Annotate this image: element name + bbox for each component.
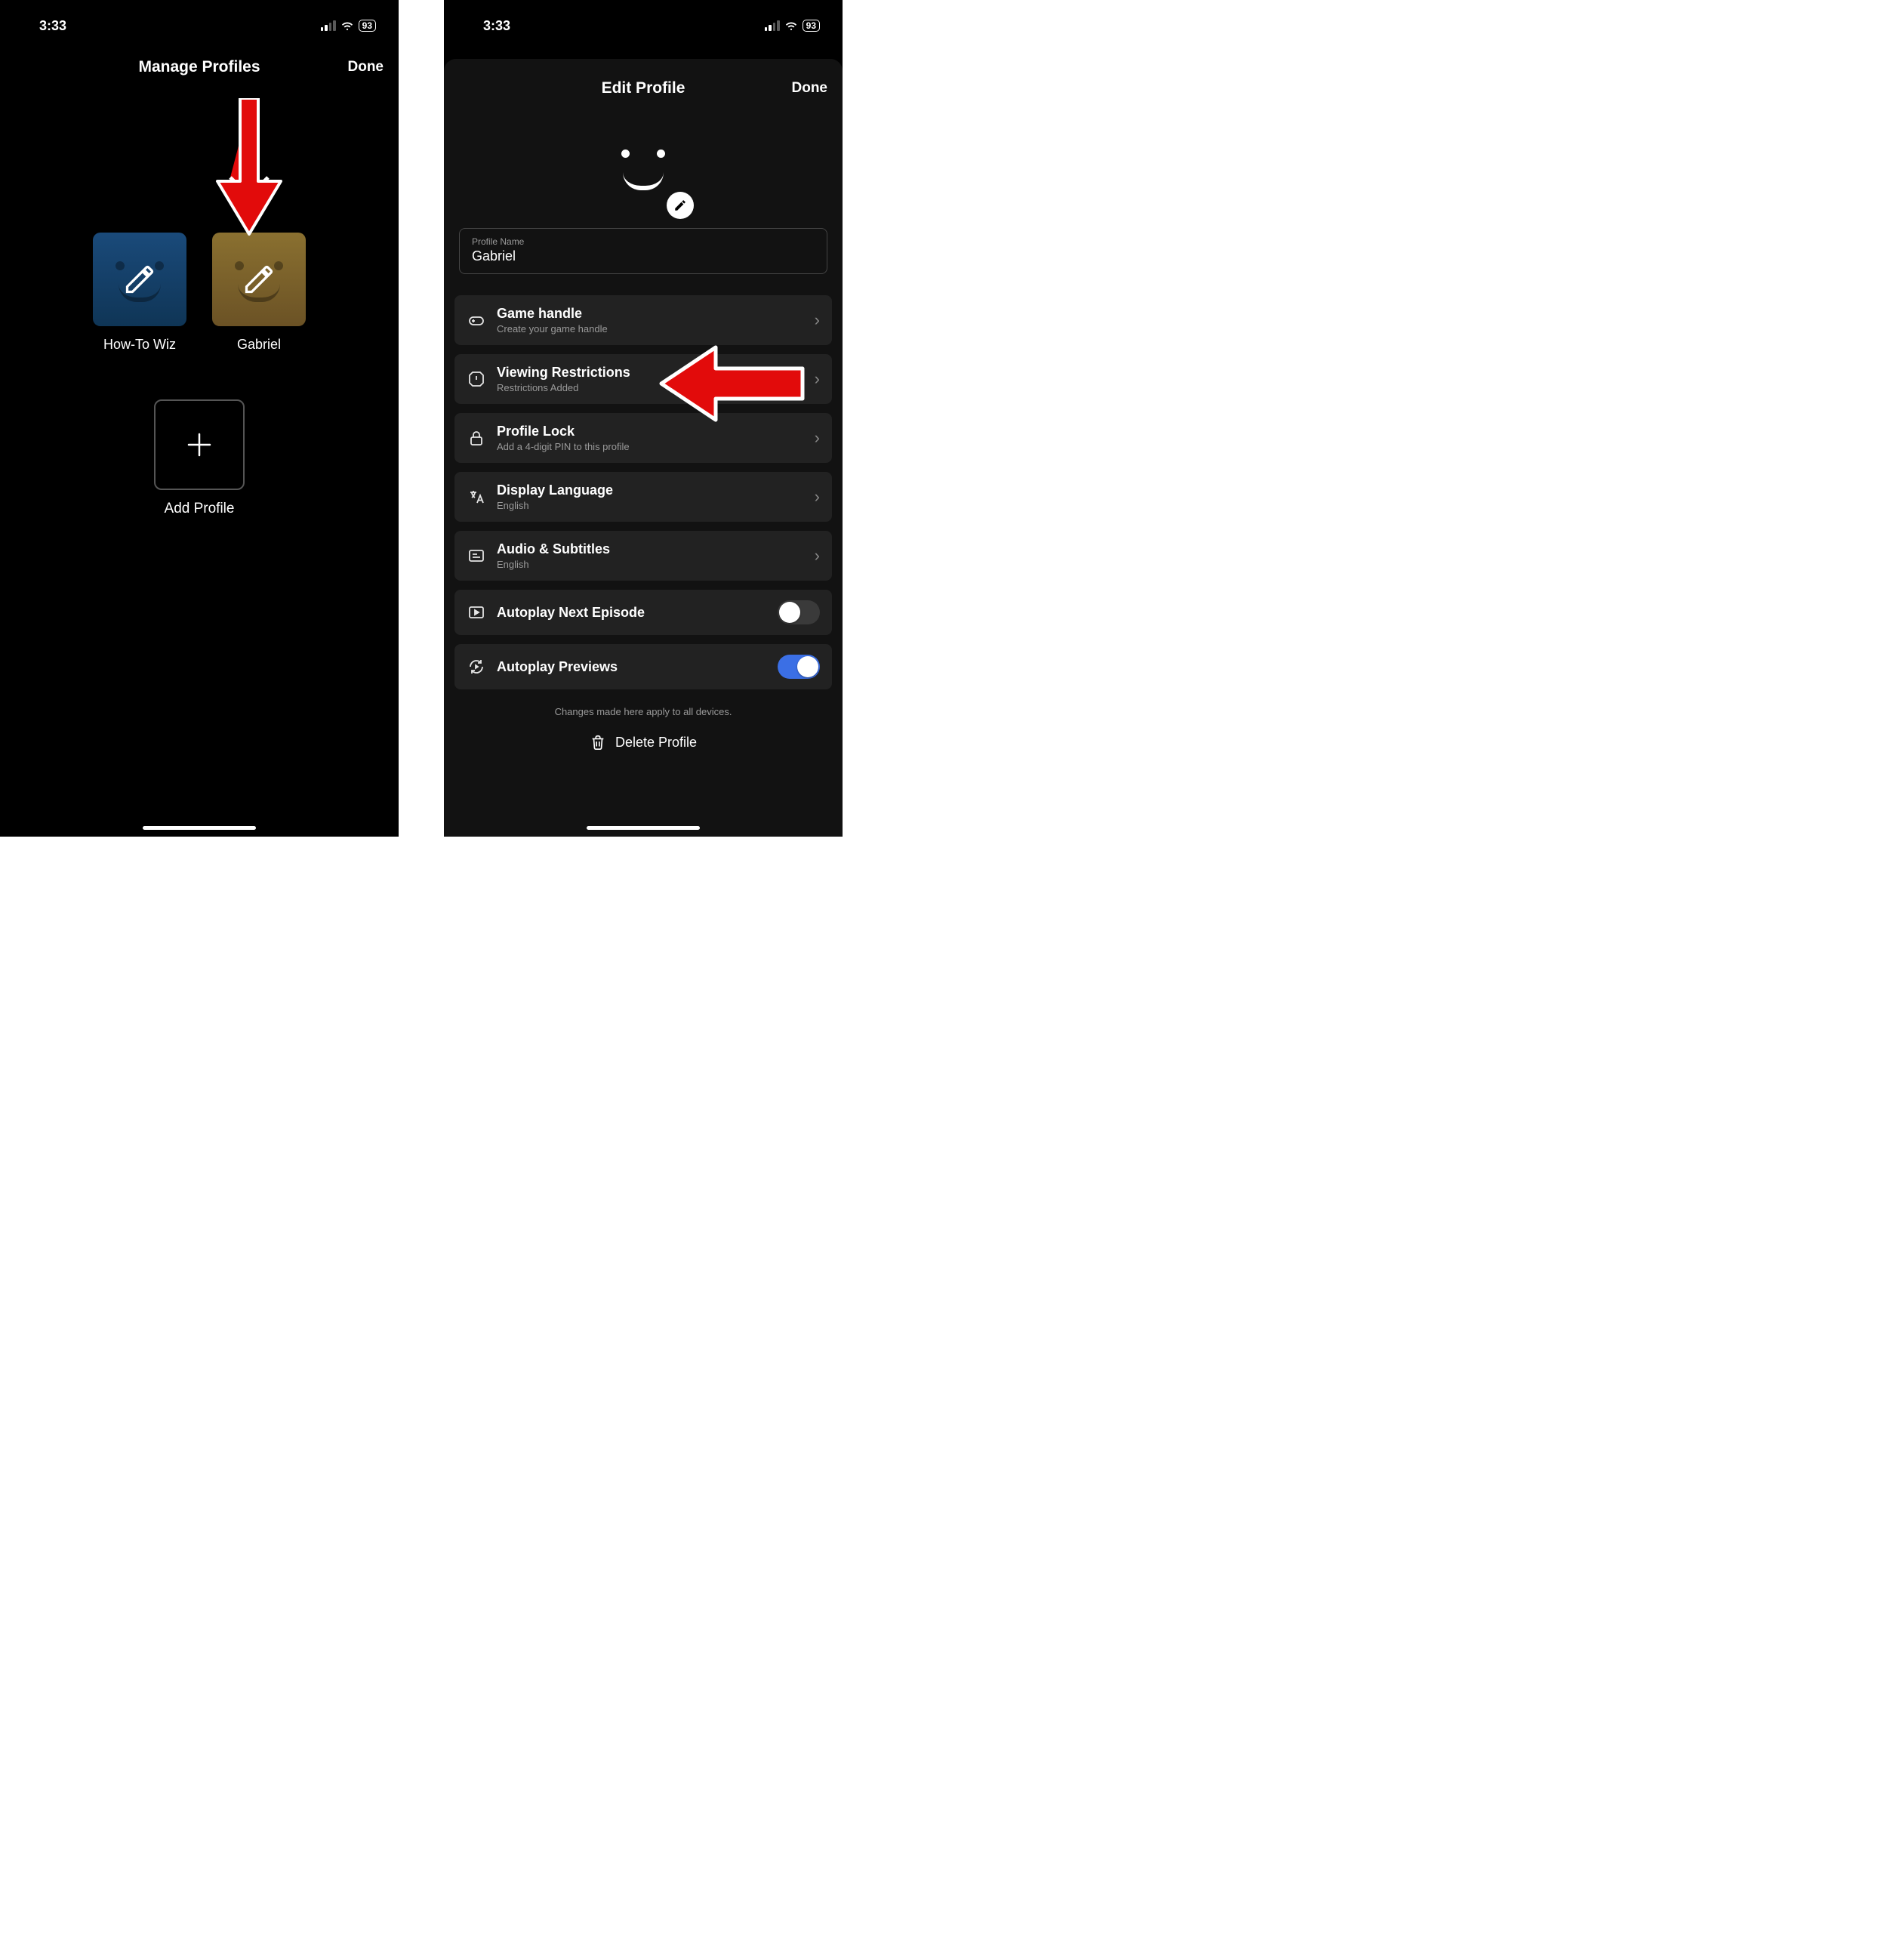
- profile-avatar[interactable]: [600, 125, 686, 211]
- row-subtitle: Create your game handle: [497, 323, 804, 334]
- status-icons: 93: [321, 20, 376, 32]
- header: Edit Profile Done: [444, 66, 843, 110]
- edit-profile-screen: 3:33 93 Edit Profile Done Profile Name: [444, 0, 843, 837]
- warning-icon: [467, 369, 486, 389]
- profile-name: How-To Wiz: [93, 337, 186, 353]
- lock-icon: [467, 428, 486, 448]
- status-time: 3:33: [39, 18, 66, 34]
- plus-icon: [154, 399, 245, 490]
- profile-name: Gabriel: [212, 337, 306, 353]
- delete-profile-button[interactable]: Delete Profile: [444, 734, 843, 751]
- row-subtitle: Restrictions Added: [497, 382, 804, 393]
- avatar: [212, 233, 306, 326]
- profile-item-howtowiz[interactable]: How-To Wiz: [93, 233, 186, 353]
- row-title: Viewing Restrictions: [497, 365, 804, 381]
- edit-icon: [212, 233, 306, 326]
- row-subtitle: English: [497, 500, 804, 511]
- status-icons: 93: [765, 20, 820, 32]
- battery-indicator: 93: [359, 20, 376, 32]
- profile-name-field[interactable]: Profile Name: [459, 228, 827, 274]
- pencil-icon: [673, 199, 687, 212]
- header: Manage Profiles Done: [0, 45, 399, 89]
- row-title: Autoplay Next Episode: [497, 605, 767, 621]
- done-button[interactable]: Done: [792, 80, 828, 97]
- profile-name-input[interactable]: [472, 248, 815, 264]
- row-game-handle[interactable]: Game handle Create your game handle ›: [454, 295, 832, 345]
- settings-list: Game handle Create your game handle › Vi…: [444, 295, 843, 689]
- add-profile-button[interactable]: Add Profile: [0, 399, 399, 517]
- page-title: Manage Profiles: [138, 58, 260, 76]
- row-profile-lock[interactable]: Profile Lock Add a 4-digit PIN to this p…: [454, 413, 832, 463]
- annotation-arrow-down: [211, 98, 287, 249]
- row-autoplay-next: Autoplay Next Episode: [454, 590, 832, 635]
- home-indicator: [587, 826, 700, 830]
- profiles-grid: How-To Wiz Gabriel: [0, 233, 399, 353]
- row-display-language[interactable]: Display Language English ›: [454, 472, 832, 522]
- chevron-right-icon: ›: [815, 428, 820, 448]
- row-title: Display Language: [497, 482, 804, 498]
- row-viewing-restrictions[interactable]: Viewing Restrictions Restrictions Added …: [454, 354, 832, 404]
- row-title: Autoplay Previews: [497, 659, 767, 675]
- row-title: Audio & Subtitles: [497, 541, 804, 557]
- home-indicator: [143, 826, 256, 830]
- edit-avatar-button[interactable]: [667, 192, 694, 219]
- cellular-icon: [765, 20, 780, 31]
- gamepad-icon: [467, 310, 486, 330]
- row-subtitle: Add a 4-digit PIN to this profile: [497, 441, 804, 452]
- status-time: 3:33: [483, 18, 510, 34]
- play-next-icon: [467, 603, 486, 622]
- chevron-right-icon: ›: [815, 369, 820, 389]
- repeat-icon: [467, 657, 486, 677]
- cellular-icon: [321, 20, 336, 31]
- subtitles-icon: [467, 546, 486, 566]
- status-bar: 3:33 93: [0, 0, 399, 38]
- autoplay-previews-toggle[interactable]: [778, 655, 820, 679]
- row-autoplay-previews: Autoplay Previews: [454, 644, 832, 689]
- row-title: Game handle: [497, 306, 804, 322]
- add-profile-label: Add Profile: [0, 501, 399, 517]
- row-subtitle: English: [497, 559, 804, 570]
- manage-profiles-screen: 3:33 93 Manage Profiles Done How-To Wiz: [0, 0, 399, 837]
- page-title: Edit Profile: [602, 79, 686, 97]
- chevron-right-icon: ›: [815, 546, 820, 566]
- avatar: [93, 233, 186, 326]
- profile-name-label: Profile Name: [472, 236, 815, 247]
- edit-icon: [93, 233, 186, 326]
- wifi-icon: [784, 20, 798, 31]
- profile-item-gabriel[interactable]: Gabriel: [212, 233, 306, 353]
- row-audio-subtitles[interactable]: Audio & Subtitles English ›: [454, 531, 832, 581]
- row-title: Profile Lock: [497, 424, 804, 439]
- chevron-right-icon: ›: [815, 487, 820, 507]
- autoplay-next-toggle[interactable]: [778, 600, 820, 624]
- chevron-right-icon: ›: [815, 310, 820, 330]
- language-icon: [467, 487, 486, 507]
- trash-icon: [590, 734, 606, 751]
- delete-label: Delete Profile: [615, 735, 697, 751]
- wifi-icon: [340, 20, 354, 31]
- status-bar: 3:33 93: [444, 0, 843, 38]
- done-button[interactable]: Done: [348, 59, 384, 76]
- footer-note: Changes made here apply to all devices.: [444, 706, 843, 717]
- battery-indicator: 93: [803, 20, 820, 32]
